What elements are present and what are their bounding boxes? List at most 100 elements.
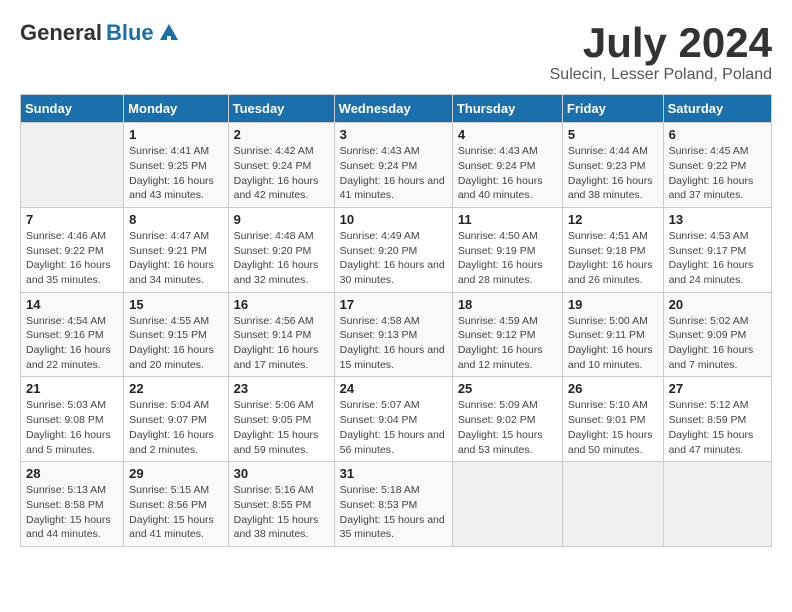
calendar-cell: 11 Sunrise: 4:50 AMSunset: 9:19 PMDayligh… <box>452 207 562 292</box>
calendar-cell <box>663 462 771 547</box>
day-info: Sunrise: 4:41 AMSunset: 9:25 PMDaylight:… <box>129 144 222 203</box>
day-info: Sunrise: 4:58 AMSunset: 9:13 PMDaylight:… <box>340 314 447 373</box>
calendar-cell: 12Sunrise: 4:51 AMSunset: 9:18 PMDayligh… <box>562 207 663 292</box>
calendar-cell: 24Sunrise: 5:07 AMSunset: 9:04 PMDayligh… <box>334 377 452 462</box>
day-info: Sunrise: 5:09 AMSunset: 9:02 PMDaylight:… <box>458 398 557 457</box>
day-info: Sunrise: 4:45 AMSunset: 9:22 PMDaylight:… <box>669 144 766 203</box>
day-info: Sunrise: 4:43 AMSunset: 9:24 PMDaylight:… <box>340 144 447 203</box>
day-number: 10 <box>340 212 447 227</box>
day-number: 23 <box>234 381 329 396</box>
day-of-week-header: Saturday <box>663 95 771 123</box>
day-of-week-header: Friday <box>562 95 663 123</box>
day-info: Sunrise: 4:49 AMSunset: 9:20 PMDaylight:… <box>340 229 447 288</box>
day-number: 6 <box>669 127 766 142</box>
calendar-cell: 7 Sunrise: 4:46 AMSunset: 9:22 PMDaylight… <box>21 207 124 292</box>
day-info: Sunrise: 5:15 AMSunset: 8:56 PMDaylight:… <box>129 483 222 542</box>
day-info: Sunrise: 4:59 AMSunset: 9:12 PMDaylight:… <box>458 314 557 373</box>
calendar-cell: 2 Sunrise: 4:42 AMSunset: 9:24 PMDaylight… <box>228 123 334 208</box>
calendar-week-row: 1 Sunrise: 4:41 AMSunset: 9:25 PMDaylight… <box>21 123 772 208</box>
day-number: 12 <box>568 212 658 227</box>
calendar-cell: 9 Sunrise: 4:48 AMSunset: 9:20 PMDaylight… <box>228 207 334 292</box>
calendar-cell: 13 Sunrise: 4:53 AMSunset: 9:17 PMDayligh… <box>663 207 771 292</box>
calendar-week-row: 28Sunrise: 5:13 AMSunset: 8:58 PMDayligh… <box>21 462 772 547</box>
day-info: Sunrise: 5:13 AMSunset: 8:58 PMDaylight:… <box>26 483 118 542</box>
day-number: 27 <box>669 381 766 396</box>
day-number: 18 <box>458 297 557 312</box>
day-number: 16 <box>234 297 329 312</box>
calendar-week-row: 14 Sunrise: 4:54 AMSunset: 9:16 PMDayligh… <box>21 292 772 377</box>
day-info: Sunrise: 4:43 AMSunset: 9:24 PMDaylight:… <box>458 144 557 203</box>
calendar-cell <box>562 462 663 547</box>
day-info: Sunrise: 5:12 AMSunset: 8:59 PMDaylight:… <box>669 398 766 457</box>
day-info: Sunrise: 4:48 AMSunset: 9:20 PMDaylight:… <box>234 229 329 288</box>
calendar-cell: 25 Sunrise: 5:09 AMSunset: 9:02 PMDayligh… <box>452 377 562 462</box>
day-number: 26 <box>568 381 658 396</box>
logo-general-text: General <box>20 20 102 46</box>
day-of-week-header: Thursday <box>452 95 562 123</box>
day-number: 4 <box>458 127 557 142</box>
day-info: Sunrise: 5:04 AMSunset: 9:07 PMDaylight:… <box>129 398 222 457</box>
logo-blue-text: Blue <box>106 20 154 46</box>
day-info: Sunrise: 5:06 AMSunset: 9:05 PMDaylight:… <box>234 398 329 457</box>
day-info: Sunrise: 5:18 AMSunset: 8:53 PMDaylight:… <box>340 483 447 542</box>
calendar-cell: 4 Sunrise: 4:43 AMSunset: 9:24 PMDaylight… <box>452 123 562 208</box>
day-of-week-header: Tuesday <box>228 95 334 123</box>
location: Sulecin, Lesser Poland, Poland <box>550 66 772 84</box>
calendar-week-row: 21Sunrise: 5:03 AMSunset: 9:08 PMDayligh… <box>21 377 772 462</box>
day-number: 31 <box>340 466 447 481</box>
day-number: 2 <box>234 127 329 142</box>
day-info: Sunrise: 5:10 AMSunset: 9:01 PMDaylight:… <box>568 398 658 457</box>
day-number: 7 <box>26 212 118 227</box>
logo: General Blue <box>20 20 180 46</box>
day-number: 14 <box>26 297 118 312</box>
day-number: 19 <box>568 297 658 312</box>
day-number: 25 <box>458 381 557 396</box>
calendar-cell: 3 Sunrise: 4:43 AMSunset: 9:24 PMDaylight… <box>334 123 452 208</box>
day-number: 11 <box>458 212 557 227</box>
day-number: 9 <box>234 212 329 227</box>
calendar-cell: 20 Sunrise: 5:02 AMSunset: 9:09 PMDayligh… <box>663 292 771 377</box>
page-header: General Blue July 2024 Sulecin, Lesser P… <box>20 20 772 84</box>
title-block: July 2024 Sulecin, Lesser Poland, Poland <box>550 20 772 84</box>
calendar-header-row: SundayMondayTuesdayWednesdayThursdayFrid… <box>21 95 772 123</box>
day-number: 30 <box>234 466 329 481</box>
day-info: Sunrise: 4:53 AMSunset: 9:17 PMDaylight:… <box>669 229 766 288</box>
calendar-cell: 18 Sunrise: 4:59 AMSunset: 9:12 PMDayligh… <box>452 292 562 377</box>
day-info: Sunrise: 5:02 AMSunset: 9:09 PMDaylight:… <box>669 314 766 373</box>
calendar-cell: 5 Sunrise: 4:44 AMSunset: 9:23 PMDaylight… <box>562 123 663 208</box>
day-info: Sunrise: 4:42 AMSunset: 9:24 PMDaylight:… <box>234 144 329 203</box>
day-number: 20 <box>669 297 766 312</box>
calendar-cell: 1 Sunrise: 4:41 AMSunset: 9:25 PMDaylight… <box>124 123 228 208</box>
calendar-cell: 27 Sunrise: 5:12 AMSunset: 8:59 PMDayligh… <box>663 377 771 462</box>
day-number: 29 <box>129 466 222 481</box>
day-info: Sunrise: 4:55 AMSunset: 9:15 PMDaylight:… <box>129 314 222 373</box>
day-number: 8 <box>129 212 222 227</box>
day-info: Sunrise: 4:46 AMSunset: 9:22 PMDaylight:… <box>26 229 118 288</box>
calendar-cell: 23 Sunrise: 5:06 AMSunset: 9:05 PMDayligh… <box>228 377 334 462</box>
day-info: Sunrise: 4:54 AMSunset: 9:16 PMDaylight:… <box>26 314 118 373</box>
day-number: 3 <box>340 127 447 142</box>
day-number: 22 <box>129 381 222 396</box>
day-info: Sunrise: 4:44 AMSunset: 9:23 PMDaylight:… <box>568 144 658 203</box>
day-info: Sunrise: 4:47 AMSunset: 9:21 PMDaylight:… <box>129 229 222 288</box>
calendar-table: SundayMondayTuesdayWednesdayThursdayFrid… <box>20 94 772 547</box>
day-info: Sunrise: 4:56 AMSunset: 9:14 PMDaylight:… <box>234 314 329 373</box>
day-number: 17 <box>340 297 447 312</box>
day-info: Sunrise: 4:50 AMSunset: 9:19 PMDaylight:… <box>458 229 557 288</box>
day-number: 5 <box>568 127 658 142</box>
day-number: 1 <box>129 127 222 142</box>
calendar-cell <box>21 123 124 208</box>
day-info: Sunrise: 5:03 AMSunset: 9:08 PMDaylight:… <box>26 398 118 457</box>
day-of-week-header: Monday <box>124 95 228 123</box>
calendar-cell: 8 Sunrise: 4:47 AMSunset: 9:21 PMDaylight… <box>124 207 228 292</box>
day-number: 13 <box>669 212 766 227</box>
calendar-cell: 17 Sunrise: 4:58 AMSunset: 9:13 PMDayligh… <box>334 292 452 377</box>
calendar-cell <box>452 462 562 547</box>
calendar-cell: 30 Sunrise: 5:16 AMSunset: 8:55 PMDayligh… <box>228 462 334 547</box>
calendar-cell: 26 Sunrise: 5:10 AMSunset: 9:01 PMDayligh… <box>562 377 663 462</box>
calendar-cell: 14 Sunrise: 4:54 AMSunset: 9:16 PMDayligh… <box>21 292 124 377</box>
day-info: Sunrise: 5:16 AMSunset: 8:55 PMDaylight:… <box>234 483 329 542</box>
calendar-week-row: 7 Sunrise: 4:46 AMSunset: 9:22 PMDaylight… <box>21 207 772 292</box>
calendar-cell: 29 Sunrise: 5:15 AMSunset: 8:56 PMDayligh… <box>124 462 228 547</box>
calendar-cell: 21Sunrise: 5:03 AMSunset: 9:08 PMDayligh… <box>21 377 124 462</box>
